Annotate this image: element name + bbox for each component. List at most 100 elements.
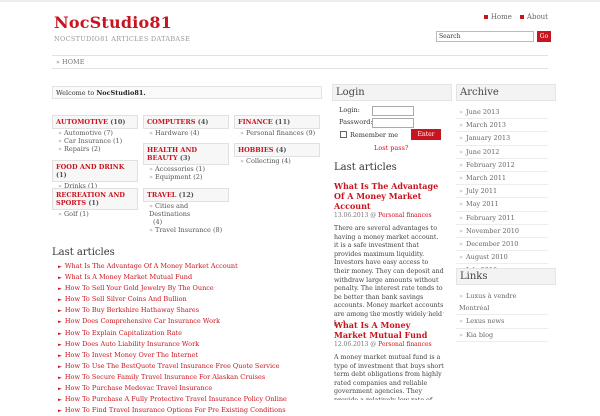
category-food: FOOD AND DRINK (1) Drinks (1)	[52, 160, 138, 190]
archive-item[interactable]: June 2013	[456, 106, 548, 120]
side-article-title[interactable]: What Is The Advantage Of A Money Market …	[334, 181, 444, 211]
subcategory-car-insurance[interactable]: Car Insurance (1)	[52, 137, 138, 145]
login-field[interactable]	[372, 106, 414, 116]
category-head-automotive[interactable]: AUTOMOTIVE (10)	[52, 115, 138, 129]
article-link[interactable]: ► How To Explain Capitalization Rate	[58, 328, 287, 339]
archive-item[interactable]: February 2011	[456, 212, 548, 225]
subcategory-travel-insurance[interactable]: Travel Insurance (8)	[143, 226, 229, 234]
nav-home[interactable]: » HOME	[56, 58, 84, 66]
archive-item[interactable]: July 2011	[456, 185, 548, 199]
archive-item[interactable]: March 2013	[456, 119, 548, 133]
category-head-computers[interactable]: COMPUTERS (4)	[143, 115, 229, 129]
subcategory-golf[interactable]: Golf (1)	[52, 210, 138, 218]
top-strip	[0, 0, 600, 2]
category-head-recreation[interactable]: RECREATION AND SPORTS (1)	[52, 188, 138, 210]
article-link[interactable]: ► How Does Auto Liability Insurance Work	[58, 339, 287, 350]
article-link[interactable]: ► How To Purchase Medevac Travel Insuranc…	[58, 383, 287, 394]
article-link[interactable]: ► How To Sell Silver Coins And Bullion	[58, 294, 287, 305]
side-last-articles-heading: Last articles	[334, 162, 397, 173]
category-head-health[interactable]: HEALTH AND BEAUTY (3)	[143, 143, 229, 165]
article-link[interactable]: ► What Is A Money Market Mutual Fund	[58, 272, 287, 283]
category-finance-label: FINANCE	[238, 118, 273, 126]
article-link[interactable]: ► How To Invest Money Over The Internet	[58, 350, 287, 361]
subcategory-cities[interactable]: Cities and Destinations	[143, 202, 229, 218]
article-link[interactable]: ► How To Secure Family Travel Insurance F…	[58, 372, 287, 383]
arrow-right-icon: ►	[58, 308, 62, 315]
arrow-right-icon: ►	[58, 386, 62, 393]
category-finance: FINANCE (11) Personal finances (9)	[234, 115, 320, 137]
article-link[interactable]: ► What Is The Advantage Of A Money Market…	[58, 261, 287, 272]
top-links: Home About	[483, 13, 548, 21]
about-link-label: About	[526, 13, 548, 21]
category-hobbies-label: HOBBIES	[238, 146, 274, 154]
article-link[interactable]: ► How To Find Travel Insurance Options Fo…	[58, 405, 287, 416]
side-article-title[interactable]: What Is A Money Market Mutual Fund	[334, 320, 444, 340]
subcategory-hardware[interactable]: Hardware (4)	[143, 129, 229, 137]
side-article-meta: 12.06.2013 @ Personal finances	[334, 341, 444, 348]
link-item[interactable]: Kia blog	[456, 329, 548, 342]
remember-checkbox[interactable]	[340, 131, 347, 138]
article-link-label: What Is A Money Market Mutual Fund	[64, 273, 193, 282]
welcome-site-name: NocStudio81.	[96, 89, 146, 97]
search-input[interactable]: Search	[436, 31, 534, 42]
category-health-count: (3)	[179, 154, 191, 162]
article-link[interactable]: ► How To Buy Berkshire Hathaway Shares	[58, 305, 287, 316]
archive-item[interactable]: February 2012	[456, 159, 548, 173]
arrow-right-icon: ►	[58, 408, 62, 415]
link-item[interactable]: Lexus news	[456, 315, 548, 329]
home-link[interactable]: Home	[483, 13, 512, 21]
article-link[interactable]: ► How To Use The BestQuote Travel Insuran…	[58, 361, 287, 372]
enter-button[interactable]: Enter	[411, 129, 441, 140]
subcategory-accessories[interactable]: Accessories (1)	[143, 165, 229, 173]
password-field[interactable]	[372, 118, 414, 128]
side-article-meta: 13.06.2013 @ Personal finances	[334, 212, 444, 219]
archive-item[interactable]: December 2010	[456, 238, 548, 252]
archive-item[interactable]: November 2010	[456, 225, 548, 239]
subcategory-repairs[interactable]: Repairs (2)	[52, 145, 138, 153]
category-head-hobbies[interactable]: HOBBIES (4)	[234, 143, 320, 157]
subcategory-collecting[interactable]: Collecting (4)	[234, 157, 320, 165]
login-label: Login:	[339, 106, 360, 114]
side-article-category[interactable]: Personal finances	[378, 341, 431, 348]
category-head-food[interactable]: FOOD AND DRINK (1)	[52, 160, 138, 182]
category-recreation-count: (1)	[88, 199, 100, 207]
arrow-right-icon: ►	[58, 286, 62, 293]
arrow-right-icon: ►	[58, 319, 62, 326]
article-link-label: How To Invest Money Over The Internet	[64, 350, 198, 359]
subcategory-personal-finances[interactable]: Personal finances (9)	[234, 129, 320, 137]
welcome-prefix: Welcome to	[56, 89, 97, 97]
subcategory-cities-count: (4)	[153, 218, 163, 226]
site-title[interactable]: NocStudio81	[54, 13, 172, 32]
category-hobbies-count: (4)	[275, 146, 287, 154]
archive-item[interactable]: June 2012	[456, 146, 548, 159]
login-heading: Login	[332, 84, 452, 101]
archive-item[interactable]: March 2011	[456, 172, 548, 186]
nav-bar: » HOME	[52, 55, 548, 69]
link-item[interactable]: Luxus à vendre Montréal	[456, 290, 548, 316]
about-link[interactable]: About	[519, 13, 548, 21]
category-finance-count: (11)	[274, 118, 291, 126]
category-health: HEALTH AND BEAUTY (3) Accessories (1) Eq…	[143, 143, 229, 181]
category-computers: COMPUTERS (4) Hardware (4)	[143, 115, 229, 137]
article-divider	[334, 312, 444, 314]
archive-item[interactable]: August 2010	[456, 251, 548, 265]
category-head-travel[interactable]: TRAVEL (12)	[143, 188, 229, 202]
archive-item[interactable]: May 2011	[456, 198, 548, 212]
home-bullet-icon	[483, 15, 488, 19]
password-label: Password:	[339, 118, 373, 126]
search-button[interactable]: Go	[537, 31, 551, 42]
article-link[interactable]: ► How To Sell Your Gold Jewelry By The Ou…	[58, 283, 287, 294]
side-article-excerpt: A money market mutual fund is a type of …	[334, 354, 444, 400]
subcategory-automotive[interactable]: Automotive (7)	[52, 129, 138, 137]
archive-item[interactable]: January 2013	[456, 132, 548, 146]
category-automotive-label: AUTOMOTIVE	[56, 118, 108, 126]
side-article-category[interactable]: Personal finances	[378, 212, 431, 219]
side-article-date: 13.06.2013 @	[334, 212, 379, 219]
category-food-label: FOOD AND DRINK	[56, 163, 125, 171]
about-bullet-icon	[519, 15, 524, 19]
side-article-1: What Is The Advantage Of A Money Market …	[334, 181, 444, 328]
category-head-finance[interactable]: FINANCE (11)	[234, 115, 320, 129]
lost-password-link[interactable]: Lost pass?	[374, 144, 408, 152]
subcategory-equipment[interactable]: Equipment (2)	[143, 173, 229, 181]
article-link[interactable]: ► How Does Comprehensive Car Insurance Wo…	[58, 316, 287, 327]
